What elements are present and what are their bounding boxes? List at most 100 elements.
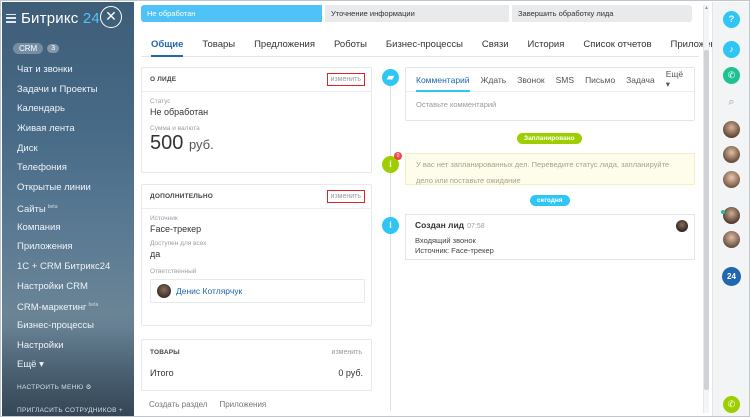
avatar[interactable] <box>723 231 740 248</box>
apps-link[interactable]: Приложения <box>219 400 266 409</box>
sidebar-item-open-lines[interactable]: Открытые линии <box>2 178 134 198</box>
left-sidebar: Битрикс 24 ✕ CRM 3 Чат и звонки Задачи и… <box>2 2 134 416</box>
tab-robots[interactable]: Роботы <box>334 31 367 57</box>
composer-tab-comment[interactable]: Комментарий <box>416 68 470 92</box>
sidebar-item-crm[interactable]: CRM 3 <box>2 41 134 55</box>
stage-clarify[interactable]: Уточнение информации <box>325 5 509 22</box>
avatar[interactable] <box>723 121 740 138</box>
composer-tab-email[interactable]: Письмо <box>585 68 615 92</box>
planned-text-line1: У вас нет запланированных дел. Переведит… <box>416 160 670 169</box>
planned-counter: 0 <box>394 152 402 160</box>
stage-label: Завершить обработку лида <box>518 9 614 18</box>
bitrix24-icon[interactable]: 24 <box>722 267 741 286</box>
avatar[interactable] <box>723 207 740 224</box>
tab-links[interactable]: Связи <box>482 31 509 57</box>
tab-bizproc[interactable]: Бизнес-процессы <box>386 31 463 57</box>
status-label: Статус <box>150 98 171 105</box>
help-icon[interactable]: ? <box>723 11 740 28</box>
responsible-name: Денис Котлярчук <box>176 286 243 296</box>
avatar[interactable] <box>723 171 740 188</box>
sidebar-item-chat[interactable]: Чат и звонки <box>2 60 134 80</box>
scroll-up-icon[interactable]: ▲ <box>704 5 709 11</box>
sidebar-item-label: Сайты <box>17 203 46 215</box>
stage-new[interactable]: Не обработан <box>141 5 322 22</box>
sidebar-item-tasks[interactable]: Задачи и Проекты <box>2 80 134 100</box>
card-header: ДОПОЛНИТЕЛЬНО изменить <box>142 185 371 209</box>
scrollbar[interactable]: ▲ <box>703 5 709 413</box>
composer-tabs: Комментарий Ждать Звонок SMS Письмо Зада… <box>406 68 694 92</box>
sidebar-item-more[interactable]: Ещё ▾ <box>2 355 134 375</box>
online-dot <box>721 210 725 214</box>
composer-tab-sms[interactable]: SMS <box>556 68 574 92</box>
edit-about-button[interactable]: изменить <box>326 73 365 86</box>
sidebar-item-label: Открытые линии <box>17 182 91 194</box>
status-value[interactable]: Не обработан <box>142 107 371 117</box>
sidebar-item-1c[interactable]: 1С + CRM Битрикс24 <box>2 257 134 277</box>
stage-finish[interactable]: Завершить обработку лида <box>512 5 692 22</box>
phone-icon[interactable]: ✆ <box>723 67 740 84</box>
composer-more[interactable]: Ещё ▾ <box>666 69 688 90</box>
search-icon[interactable]: ⌕ <box>723 94 740 111</box>
create-section-link[interactable]: Создать раздел <box>149 400 207 409</box>
about-lead-card: О ЛИДЕ изменить Статус Не обработан Сумм… <box>141 67 372 173</box>
sum-value[interactable]: 500 руб. <box>142 132 371 155</box>
sidebar-item-crm-marketing[interactable]: CRM-маркетинг beta <box>2 296 134 316</box>
logo[interactable]: Битрикс 24 <box>21 10 100 27</box>
event-line: Источник: Face-трекер <box>415 246 494 255</box>
total-row: Итого 0 руб. <box>142 368 371 378</box>
sidebar-item-apps[interactable]: Приложения <box>2 237 134 257</box>
composer-tab-task[interactable]: Задача <box>626 68 655 92</box>
sidebar-item-label: Приложения <box>17 241 73 253</box>
sum-currency: руб. <box>188 137 214 152</box>
avatar <box>157 284 171 298</box>
planned-notice: У вас нет запланированных дел. Переведит… <box>405 153 695 185</box>
composer-tab-wait[interactable]: Ждать <box>481 68 507 92</box>
edit-extra-button[interactable]: изменить <box>326 190 365 203</box>
edit-products-button[interactable]: изменить <box>329 347 365 358</box>
sidebar-item-calendar[interactable]: Календарь <box>2 99 134 119</box>
menu-icon[interactable] <box>6 13 16 23</box>
available-label: Доступен для всех <box>150 240 207 247</box>
composer-tab-call[interactable]: Звонок <box>517 68 544 92</box>
event-line: Входящий звонок <box>415 236 476 245</box>
total-value: 0 руб. <box>338 368 363 378</box>
scrollbar-thumb[interactable] <box>704 50 709 390</box>
logo-text: Битрикс <box>21 9 79 27</box>
invite-link[interactable]: ПРИГЛАСИТЬ СОТРУДНИКОВ + <box>17 407 123 414</box>
sidebar-item-label: Бизнес-процессы <box>17 319 94 331</box>
tab-general[interactable]: Общие <box>151 31 184 57</box>
sidebar-item-crm-settings[interactable]: Настройки CRM <box>2 277 134 297</box>
available-value[interactable]: да <box>142 249 371 259</box>
sidebar-item-telephony[interactable]: Телефония <box>2 158 134 178</box>
sidebar-item-company[interactable]: Компания <box>2 218 134 238</box>
call-icon[interactable]: ✆ <box>723 396 740 413</box>
activity-composer: Комментарий Ждать Звонок SMS Письмо Зада… <box>405 67 695 121</box>
sum-amount: 500 <box>150 132 184 154</box>
tab-reports[interactable]: Список отчетов <box>583 31 651 57</box>
sidebar-item-bizproc[interactable]: Бизнес-процессы <box>2 316 134 336</box>
planned-label: Запланировано <box>517 133 582 144</box>
sidebar-item-sites[interactable]: Сайты beta <box>2 198 134 218</box>
setup-menu-link[interactable]: НАСТРОИТЬ МЕНЮ ⚙ <box>17 383 92 391</box>
tab-history[interactable]: История <box>528 31 565 57</box>
sidebar-item-disk[interactable]: Диск <box>2 139 134 159</box>
sidebar-item-label: Ещё ▾ <box>17 359 44 371</box>
bell-icon[interactable]: ♪ <box>723 41 740 58</box>
planned-text-line2: дело или поставьте ожидание <box>416 176 521 185</box>
tab-offers[interactable]: Предложения <box>254 31 315 57</box>
sidebar-item-settings[interactable]: Настройки <box>2 336 134 356</box>
avatar[interactable] <box>723 146 740 163</box>
beta-badge: beta <box>47 203 58 210</box>
close-icon[interactable]: ✕ <box>100 6 122 28</box>
responsible-person[interactable]: Денис Котлярчук <box>150 279 365 303</box>
source-value[interactable]: Face-трекер <box>142 224 371 234</box>
sidebar-item-feed[interactable]: Живая лента <box>2 119 134 139</box>
source-label: Источник <box>150 215 178 222</box>
comment-icon: ▰ <box>382 69 399 86</box>
sum-label: Сумма и валюта <box>150 125 200 132</box>
card-header: О ЛИДЕ изменить <box>142 68 371 92</box>
info-icon: i <box>382 217 399 234</box>
event-title-text: Создан лид <box>415 220 465 230</box>
comment-input[interactable]: Оставьте комментарий <box>406 92 694 117</box>
tab-products[interactable]: Товары <box>202 31 235 57</box>
